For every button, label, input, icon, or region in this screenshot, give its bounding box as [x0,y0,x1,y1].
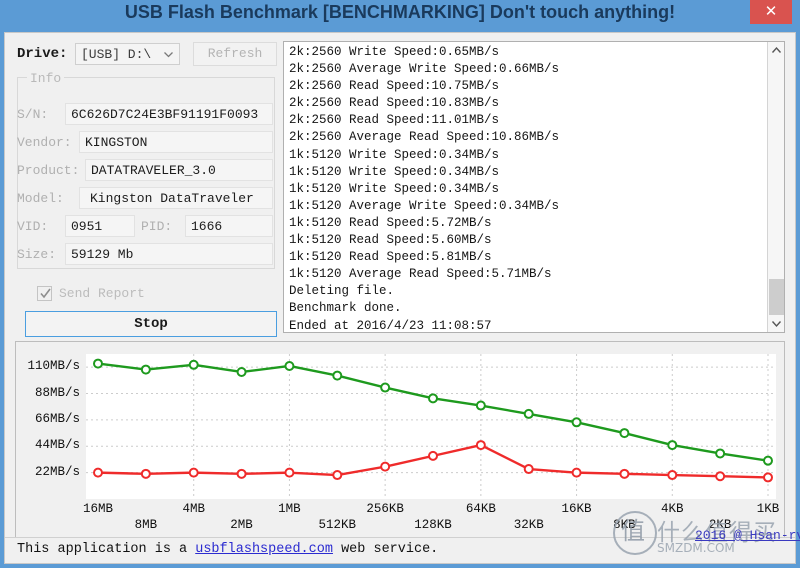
scroll-down-button[interactable] [768,315,784,332]
field-value: 0951 [71,219,103,234]
field-label: VID: [17,219,49,234]
stop-button[interactable]: Stop [25,311,277,337]
window-title: USB Flash Benchmark [BENCHMARKING] Don't… [124,2,676,22]
benchmark-chart-panel: 22MB/s 44MB/s 66MB/s 88MB/s 110MB/s 16MB 8MB 4… [15,341,785,553]
drive-select[interactable]: [USB] D:\ [75,43,180,65]
log-output-panel[interactable]: 2k:2560 Write Speed:0.65MB/s 2k:2560 Ave… [283,41,785,333]
field-model: Model: Kingston DataTraveler [17,187,275,211]
field-label: PID: [141,219,173,234]
field-value: 59129 Mb [71,247,134,262]
send-report-label: Send Report [59,286,145,301]
chart-plot-area [86,354,776,499]
field-value: DATATRAVELER_3.0 [91,163,216,178]
chevron-down-icon [164,52,173,58]
drive-info-panel: Drive: [USB] D:\ Refresh Info S/N: 6C626… [15,39,277,337]
field-value-box[interactable]: 6C626D7C24E3BF91191F0093 [65,103,273,125]
watermark-overlay-text: 2016 @ Hsan-rv [695,528,800,543]
chart-y-tick-label: 44MB/s [34,438,80,453]
close-button[interactable]: ✕ [750,0,792,24]
field-value-box[interactable]: Kingston DataTraveler [79,187,273,209]
chart-x-tick-label: 16KB [561,502,592,516]
chart-y-tick-label: 22MB/s [34,464,80,479]
chart-x-tick-label: 8KB [613,518,636,532]
chart-x-tick-label: 4KB [661,502,684,516]
chart-x-tick-label: 512KB [318,518,357,532]
chart-x-tick-label: 1MB [278,502,301,516]
field-value-box[interactable]: 59129 Mb [65,243,273,265]
info-groupbox-legend: Info [27,71,65,86]
field-vendor: Vendor: KINGSTON [17,131,275,155]
chevron-up-icon [771,46,782,53]
send-report-row[interactable]: Send Report [37,285,237,305]
log-scrollbar[interactable] [767,42,784,332]
field-label: Size: [17,247,57,262]
chart-y-tick-label: 110MB/s [27,359,80,374]
field-value: 1666 [191,219,223,234]
chart-x-tick-label: 128KB [414,518,452,532]
checkmark-icon [40,288,51,299]
field-value: KINGSTON [85,135,148,150]
log-text: 2k:2560 Write Speed:0.65MB/s 2k:2560 Ave… [289,45,560,333]
field-label: Product: [17,163,80,178]
chart-x-tick-label: 16MB [82,502,113,516]
send-report-checkbox[interactable] [37,286,52,301]
field-value-box[interactable]: 1666 [185,215,273,237]
field-pid: PID: 1666 [141,215,275,239]
chart-x-tick-label: 4MB [182,502,205,516]
chart-x-tick-label: 2MB [230,518,253,532]
scrollbar-thumb[interactable] [769,279,784,315]
chart-x-tick-label: 32KB [513,518,544,532]
drive-row: Drive: [USB] D:\ Refresh [15,42,277,67]
field-serial-number: S/N: 6C626D7C24E3BF91191F0093 [17,103,275,127]
chart-x-tick-label: 1KB [756,502,780,516]
refresh-button[interactable]: Refresh [193,42,277,66]
application-window: USB Flash Benchmark [BENCHMARKING] Don't… [0,0,800,568]
field-value-box[interactable]: KINGSTON [79,131,273,153]
field-size: Size: 59129 Mb [17,243,275,267]
field-value-box[interactable]: 0951 [65,215,135,237]
status-suffix: web service. [332,542,439,557]
chart-y-tick-label: 88MB/s [34,385,80,400]
chart-y-tick-label: 66MB/s [34,411,80,426]
chart-x-tick-label: 8MB [134,518,158,532]
client-area: Drive: [USB] D:\ Refresh Info S/N: 6C626… [4,32,800,564]
title-bar: USB Flash Benchmark [BENCHMARKING] Don't… [0,0,800,32]
chart-svg [86,354,776,499]
status-message: This application is a usbflashspeed.com … [17,542,438,557]
drive-label: Drive: [17,46,68,62]
status-bar: This application is a usbflashspeed.com … [5,537,795,563]
usbflashspeed-link[interactable]: usbflashspeed.com [195,542,333,557]
chart-x-tick-label: 256KB [366,502,404,516]
field-product: Product: DATATRAVELER_3.0 [17,159,275,183]
chart-x-tick-label: 64KB [465,502,496,516]
field-label: S/N: [17,107,49,122]
scroll-up-button[interactable] [768,42,784,59]
field-value: Kingston DataTraveler [90,191,254,206]
field-label: Model: [17,191,64,206]
status-prefix: This application is a [17,542,196,557]
field-value: 6C626D7C24E3BF91191F0093 [71,107,259,122]
field-value-box[interactable]: DATATRAVELER_3.0 [85,159,273,181]
chevron-down-icon [771,321,782,328]
drive-select-value: [USB] D:\ [81,47,152,62]
field-label: Vendor: [17,135,72,150]
